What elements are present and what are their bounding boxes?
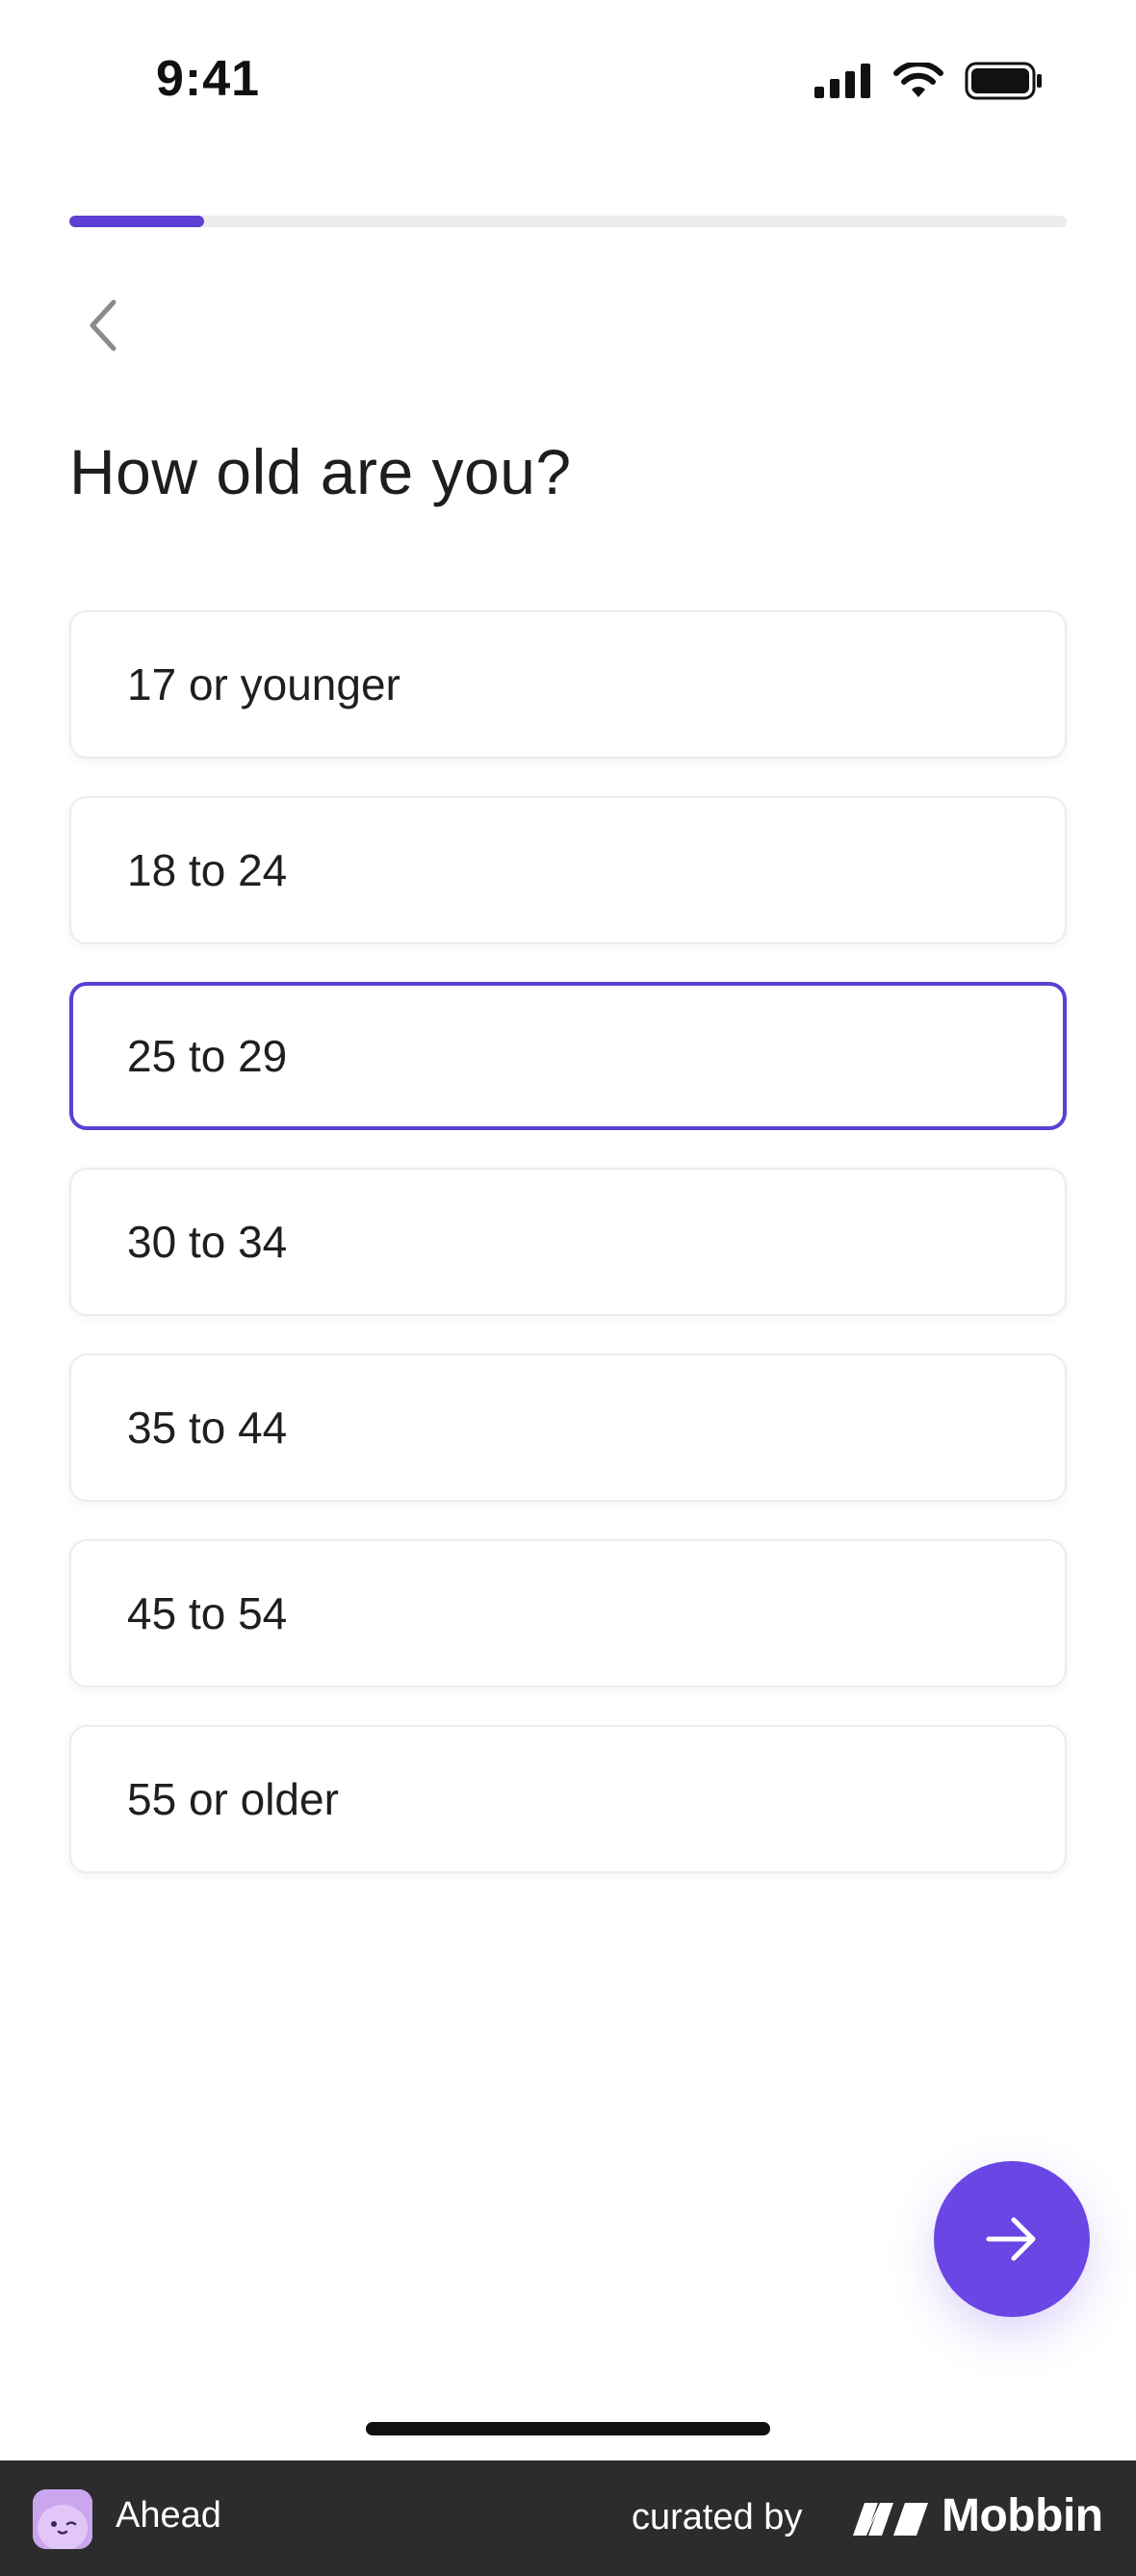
home-indicator xyxy=(366,2422,770,2435)
curated-by-label: curated by xyxy=(632,2497,803,2537)
option-18-to-24[interactable]: 18 to 24 xyxy=(69,796,1067,944)
page-title: How old are you? xyxy=(69,436,572,507)
mobbin-brand-name: Mobbin xyxy=(942,2490,1103,2541)
option-45-to-54[interactable]: 45 to 54 xyxy=(69,1539,1067,1687)
app-name: Ahead xyxy=(116,2495,221,2536)
age-options-list: 17 or younger 18 to 24 25 to 29 30 to 34… xyxy=(69,610,1067,1911)
option-55-or-older[interactable]: 55 or older xyxy=(69,1725,1067,1873)
option-30-to-34[interactable]: 30 to 34 xyxy=(69,1168,1067,1316)
option-25-to-29[interactable]: 25 to 29 xyxy=(69,982,1067,1130)
progress-fill xyxy=(69,216,204,227)
option-17-or-younger[interactable]: 17 or younger xyxy=(69,610,1067,759)
status-time: 9:41 xyxy=(156,51,261,107)
mobbin-logo-icon xyxy=(853,2503,928,2536)
chevron-left-icon xyxy=(90,299,116,351)
status-bar: 9:41 xyxy=(0,0,1136,169)
footer-bar: Ahead curated by Mobbin xyxy=(0,2460,1136,2576)
option-35-to-44[interactable]: 35 to 44 xyxy=(69,1353,1067,1502)
wifi-icon xyxy=(893,63,943,97)
next-button[interactable] xyxy=(934,2161,1090,2317)
battery-icon xyxy=(965,62,1042,100)
progress-bar xyxy=(69,216,1067,227)
cellular-signal-icon xyxy=(814,64,870,98)
status-icons xyxy=(814,62,1044,100)
ahead-face-icon xyxy=(33,2489,92,2549)
back-button[interactable] xyxy=(77,295,131,356)
arrow-right-icon xyxy=(986,2217,1036,2261)
app-logo xyxy=(33,2489,92,2549)
